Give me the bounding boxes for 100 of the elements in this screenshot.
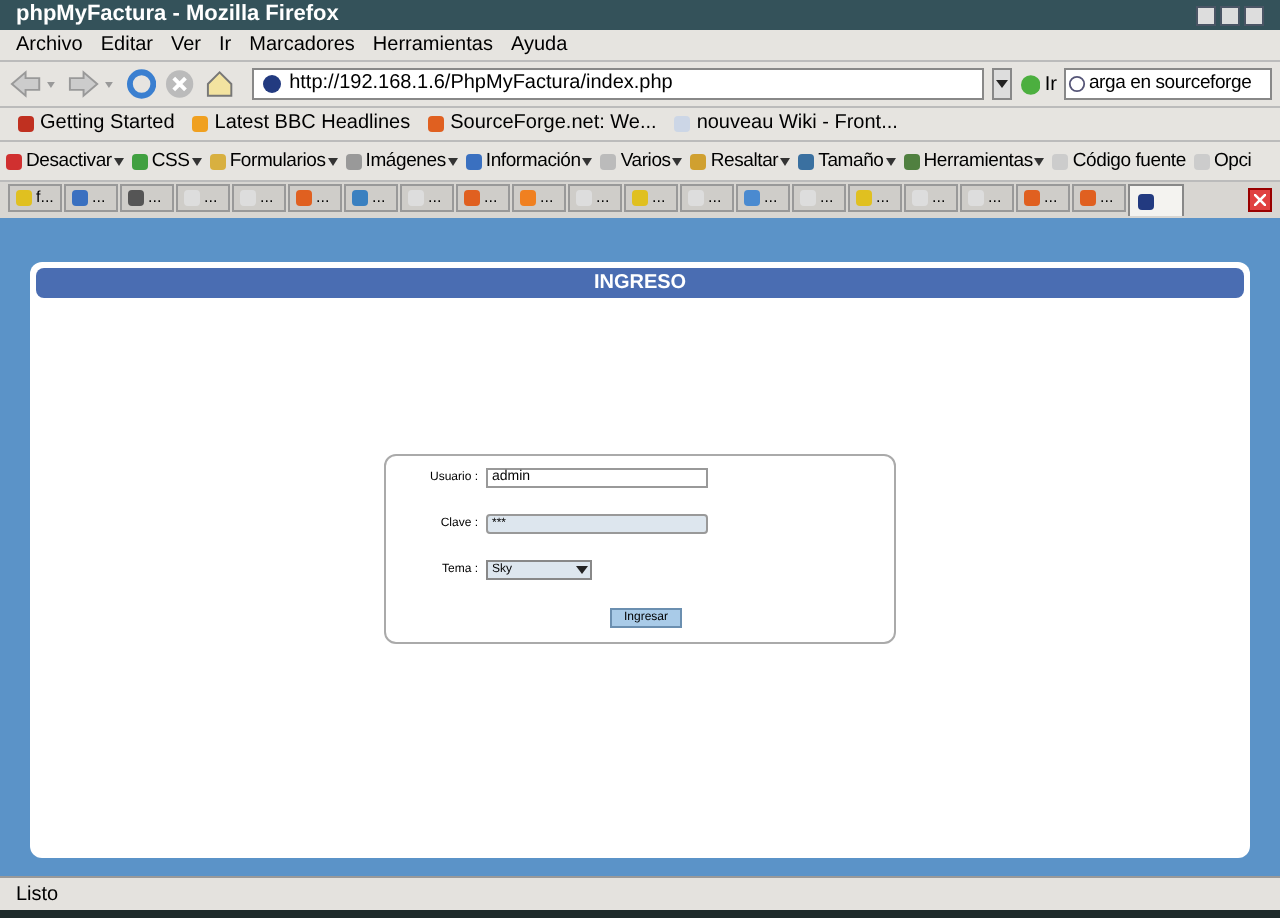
- bookmark-link[interactable]: nouveau Wiki - Front...: [696, 114, 898, 134]
- browser-tab[interactable]: ...: [400, 184, 454, 212]
- tab-icon: [910, 188, 930, 208]
- toolbar-icon: [207, 151, 228, 171]
- browser-tab[interactable]: ...: [512, 184, 566, 212]
- browser-tab[interactable]: ...: [904, 184, 958, 212]
- close-icon: [1254, 194, 1266, 206]
- bookmark-link[interactable]: Latest BBC Headlines: [214, 114, 411, 134]
- toolbar-menu[interactable]: Imágenes: [343, 151, 458, 171]
- browser-tab[interactable]: ...: [344, 184, 398, 212]
- toolbar-menu[interactable]: CSS: [129, 151, 202, 171]
- browser-tab[interactable]: ...: [1072, 184, 1126, 212]
- search-text: arga en sourceforge: [1088, 74, 1252, 94]
- caret-icon: [1034, 157, 1045, 165]
- toolbar-icon: [1050, 151, 1071, 171]
- toolbar-icon: [463, 151, 484, 171]
- toolbar-menu[interactable]: Código fuente: [1050, 151, 1186, 171]
- tab-icon: [1022, 188, 1042, 208]
- toolbar-icon: [796, 151, 817, 171]
- menu-item[interactable]: Ir: [219, 35, 232, 55]
- tab-icon: [518, 188, 538, 208]
- bookmark-icon: [672, 114, 693, 134]
- tab-icon: [126, 188, 146, 208]
- window-title: phpMyFactura - Mozilla Firefox: [16, 4, 339, 26]
- browser-tab[interactable]: ...: [288, 184, 342, 212]
- menu-item[interactable]: Herramientas: [372, 35, 493, 55]
- browser-tab[interactable]: ...: [1016, 184, 1070, 212]
- panel-header: INGRESO: [36, 268, 1244, 298]
- minimize-button[interactable]: [1196, 5, 1216, 25]
- browser-tab[interactable]: ...: [960, 184, 1014, 212]
- caret-icon: [574, 562, 590, 578]
- toolbar-icon: [1191, 151, 1212, 171]
- toolbar-menu[interactable]: Varios: [598, 151, 683, 171]
- tab-icon: [350, 188, 370, 208]
- bookmark-icon: [426, 114, 447, 134]
- tab-icon: [630, 188, 650, 208]
- tab-icon: [966, 188, 986, 208]
- toolbar-menu[interactable]: Desactivar: [4, 151, 124, 171]
- close-tab-button[interactable]: [1248, 188, 1272, 212]
- bookmark-icon: [16, 114, 36, 134]
- tab-icon: [686, 188, 706, 208]
- toolbar-icon: [343, 151, 364, 171]
- tab-icon: [854, 188, 874, 208]
- status-text: Listo: [16, 881, 59, 909]
- toolbar-menu[interactable]: Tamaño: [796, 151, 896, 171]
- tab-icon: [182, 188, 202, 208]
- bookmark-link[interactable]: Getting Started: [40, 114, 175, 134]
- url-text: http://192.168.1.6/PhpMyFactura/index.php: [289, 74, 673, 94]
- maximize-button[interactable]: [1220, 5, 1240, 25]
- browser-tab[interactable]: ...: [624, 184, 678, 212]
- tab-icon: [1078, 188, 1098, 208]
- tab-icon: [406, 188, 426, 208]
- tab-icon: [70, 188, 90, 208]
- home-icon[interactable]: [203, 68, 236, 100]
- browser-tab[interactable]: [1128, 184, 1184, 216]
- browser-tab[interactable]: ...: [568, 184, 622, 212]
- bookmark-icon: [190, 114, 211, 134]
- browser-tab[interactable]: f...: [8, 184, 62, 212]
- tab-icon: [462, 188, 482, 208]
- caret-icon: [113, 157, 124, 165]
- menu-item[interactable]: Archivo: [16, 35, 83, 55]
- caret-icon: [672, 157, 683, 165]
- menu-item[interactable]: Ver: [170, 35, 201, 55]
- toolbar-icon: [598, 151, 619, 171]
- browser-tab[interactable]: ...: [792, 184, 846, 212]
- tab-icon: [798, 188, 818, 208]
- browser-tab[interactable]: ...: [456, 184, 510, 212]
- menu-item[interactable]: Editar: [100, 35, 153, 55]
- tab-icon: [742, 188, 762, 208]
- menu-item[interactable]: Ayuda: [510, 35, 568, 55]
- toolbar-menu[interactable]: Formularios: [207, 151, 338, 171]
- dropdown-button[interactable]: [991, 68, 1012, 100]
- browser-tab[interactable]: ...: [64, 184, 118, 212]
- tab-icon: [14, 188, 34, 208]
- toolbar-menu[interactable]: Herramientas: [901, 151, 1045, 171]
- address-field[interactable]: http://192.168.1.6/PhpMyFactura/index.php: [251, 68, 984, 100]
- browser-tab[interactable]: ...: [176, 184, 230, 212]
- menu-item[interactable]: Marcadores: [249, 35, 355, 55]
- caret-icon: [191, 157, 202, 165]
- bookmark-link[interactable]: SourceForge.net: We...: [450, 114, 657, 134]
- toolbar-menu[interactable]: Resaltar: [688, 151, 791, 171]
- browser-tab[interactable]: ...: [736, 184, 790, 212]
- caret-icon: [447, 157, 458, 165]
- toolbar-icon: [129, 151, 150, 171]
- close-button[interactable]: [1244, 5, 1264, 25]
- caret-icon: [885, 157, 896, 165]
- toolbar-icon: [901, 151, 922, 171]
- tab-icon: [1136, 191, 1156, 211]
- browser-tab[interactable]: ...: [232, 184, 286, 212]
- tab-icon: [294, 188, 314, 208]
- toolbar-menu[interactable]: Opci: [1191, 151, 1252, 171]
- caret-icon: [780, 157, 791, 165]
- go-label[interactable]: Ir: [1044, 69, 1057, 99]
- search-field[interactable]: arga en sourceforge: [1064, 68, 1272, 100]
- browser-tab[interactable]: ...: [680, 184, 734, 212]
- browser-tab[interactable]: ...: [120, 184, 174, 212]
- toolbar-menu[interactable]: Información: [463, 151, 593, 171]
- tab-icon: [238, 188, 258, 208]
- caret-icon: [995, 80, 1008, 88]
- browser-tab[interactable]: ...: [848, 184, 902, 212]
